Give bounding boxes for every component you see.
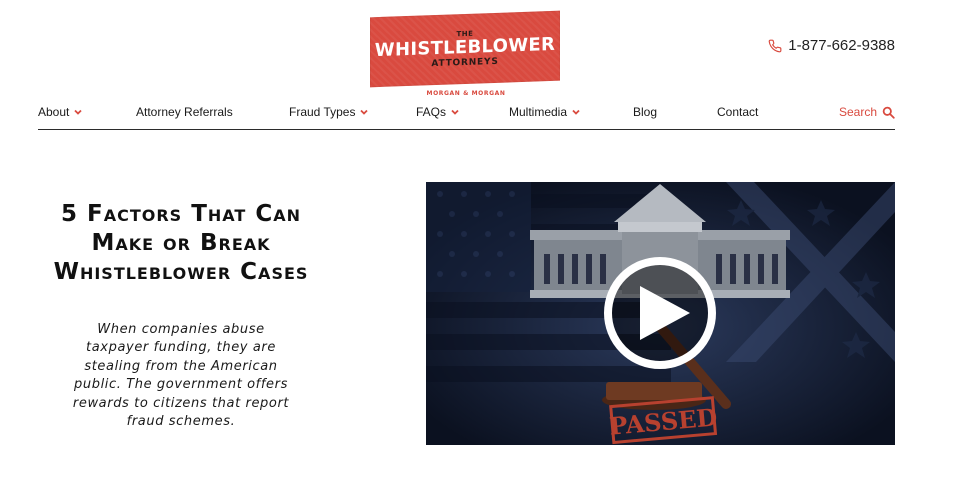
nav-item-label: Contact: [717, 105, 759, 119]
nav-item-label: FAQs: [416, 105, 447, 119]
main-nav: About Attorney Referrals Fraud Types FAQ…: [38, 100, 895, 130]
video-player[interactable]: PASSED: [426, 182, 895, 445]
nav-item-label: Blog: [633, 105, 658, 119]
phone-icon: [768, 39, 782, 52]
logo-badge: THE WHISTLEBLOWER ATTORNEYS: [370, 10, 560, 88]
nav-item-fraud-types[interactable]: Fraud Types: [289, 105, 369, 119]
hero-title: 5 Factors That Can Make or Break Whistle…: [53, 201, 309, 285]
nav-item-faqs[interactable]: FAQs: [416, 105, 459, 119]
logo-firm-text: MORGAN & MORGAN: [426, 90, 506, 97]
hero-description: When companies abuse taxpayer funding, t…: [72, 322, 290, 430]
logo-sub-text: ATTORNEYS: [431, 56, 499, 70]
search-label: Search: [838, 105, 877, 119]
nav-item-attorney-referrals[interactable]: Attorney Referrals: [136, 105, 233, 119]
phone-number: 1-877-662-9388: [788, 37, 895, 54]
video-thumbnail: PASSED: [426, 182, 895, 445]
nav-item-label: Multimedia: [509, 105, 568, 119]
site-logo[interactable]: THE WHISTLEBLOWER ATTORNEYS MORGAN & MOR…: [370, 10, 562, 97]
chevron-down-icon: [451, 109, 459, 115]
phone-link[interactable]: 1-877-662-9388: [768, 37, 895, 54]
nav-item-label: Attorney Referrals: [136, 105, 233, 119]
nav-item-blog[interactable]: Blog: [633, 105, 657, 119]
nav-item-contact[interactable]: Contact: [717, 105, 758, 119]
nav-item-label: About: [38, 105, 70, 119]
nav-item-multimedia[interactable]: Multimedia: [509, 105, 580, 119]
chevron-down-icon: [360, 109, 369, 115]
search-icon: [882, 106, 895, 119]
nav-item-about[interactable]: About: [38, 105, 82, 119]
chevron-down-icon: [74, 109, 82, 115]
nav-search-button[interactable]: Search: [839, 105, 895, 119]
nav-item-label: Fraud Types: [289, 105, 356, 119]
chevron-down-icon: [572, 109, 580, 115]
play-icon[interactable]: [604, 257, 716, 369]
